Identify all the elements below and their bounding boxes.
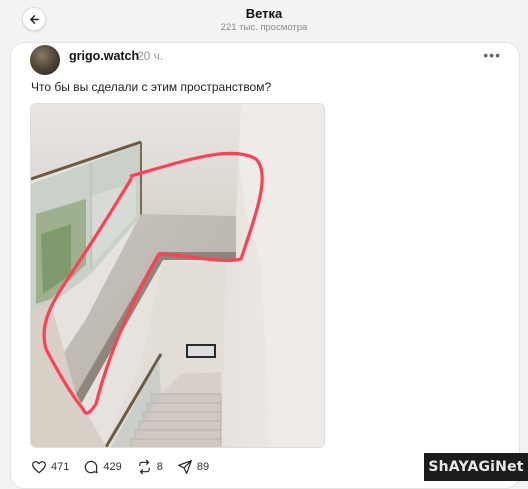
- reply-button[interactable]: 429: [83, 459, 122, 475]
- watermark-logo: ShAYAGiNet: [424, 453, 528, 481]
- post-time: 20 ч.: [137, 49, 164, 63]
- comment-icon: [85, 460, 98, 474]
- avatar[interactable]: [30, 45, 60, 75]
- post-card: grigo.watch 20 ч. ••• Что бы вы сделали …: [10, 42, 520, 489]
- repost-icon: [138, 459, 150, 475]
- staircase-photo: [31, 104, 324, 447]
- repost-button[interactable]: 8: [136, 459, 163, 475]
- like-button[interactable]: 471: [31, 459, 69, 475]
- page-title: Ветка: [245, 6, 283, 21]
- more-dots-icon[interactable]: •••: [483, 47, 501, 63]
- share-count: 89: [196, 461, 210, 473]
- view-count: 221 тыс. просмотра: [220, 22, 308, 33]
- share-button[interactable]: 89: [177, 459, 209, 475]
- top-bar: Ветка 221 тыс. просмотра: [0, 0, 528, 42]
- send-icon: [177, 460, 192, 474]
- heart-icon: [32, 461, 46, 474]
- reply-count: 429: [103, 461, 122, 473]
- username[interactable]: grigo.watch: [69, 49, 139, 63]
- post-actions: 471 429 8 89: [31, 458, 223, 476]
- post-text: Что бы вы сделали с этим пространством?: [31, 80, 272, 94]
- like-count: 471: [51, 461, 70, 473]
- repost-count: 8: [156, 461, 163, 473]
- post-photo[interactable]: [30, 103, 325, 448]
